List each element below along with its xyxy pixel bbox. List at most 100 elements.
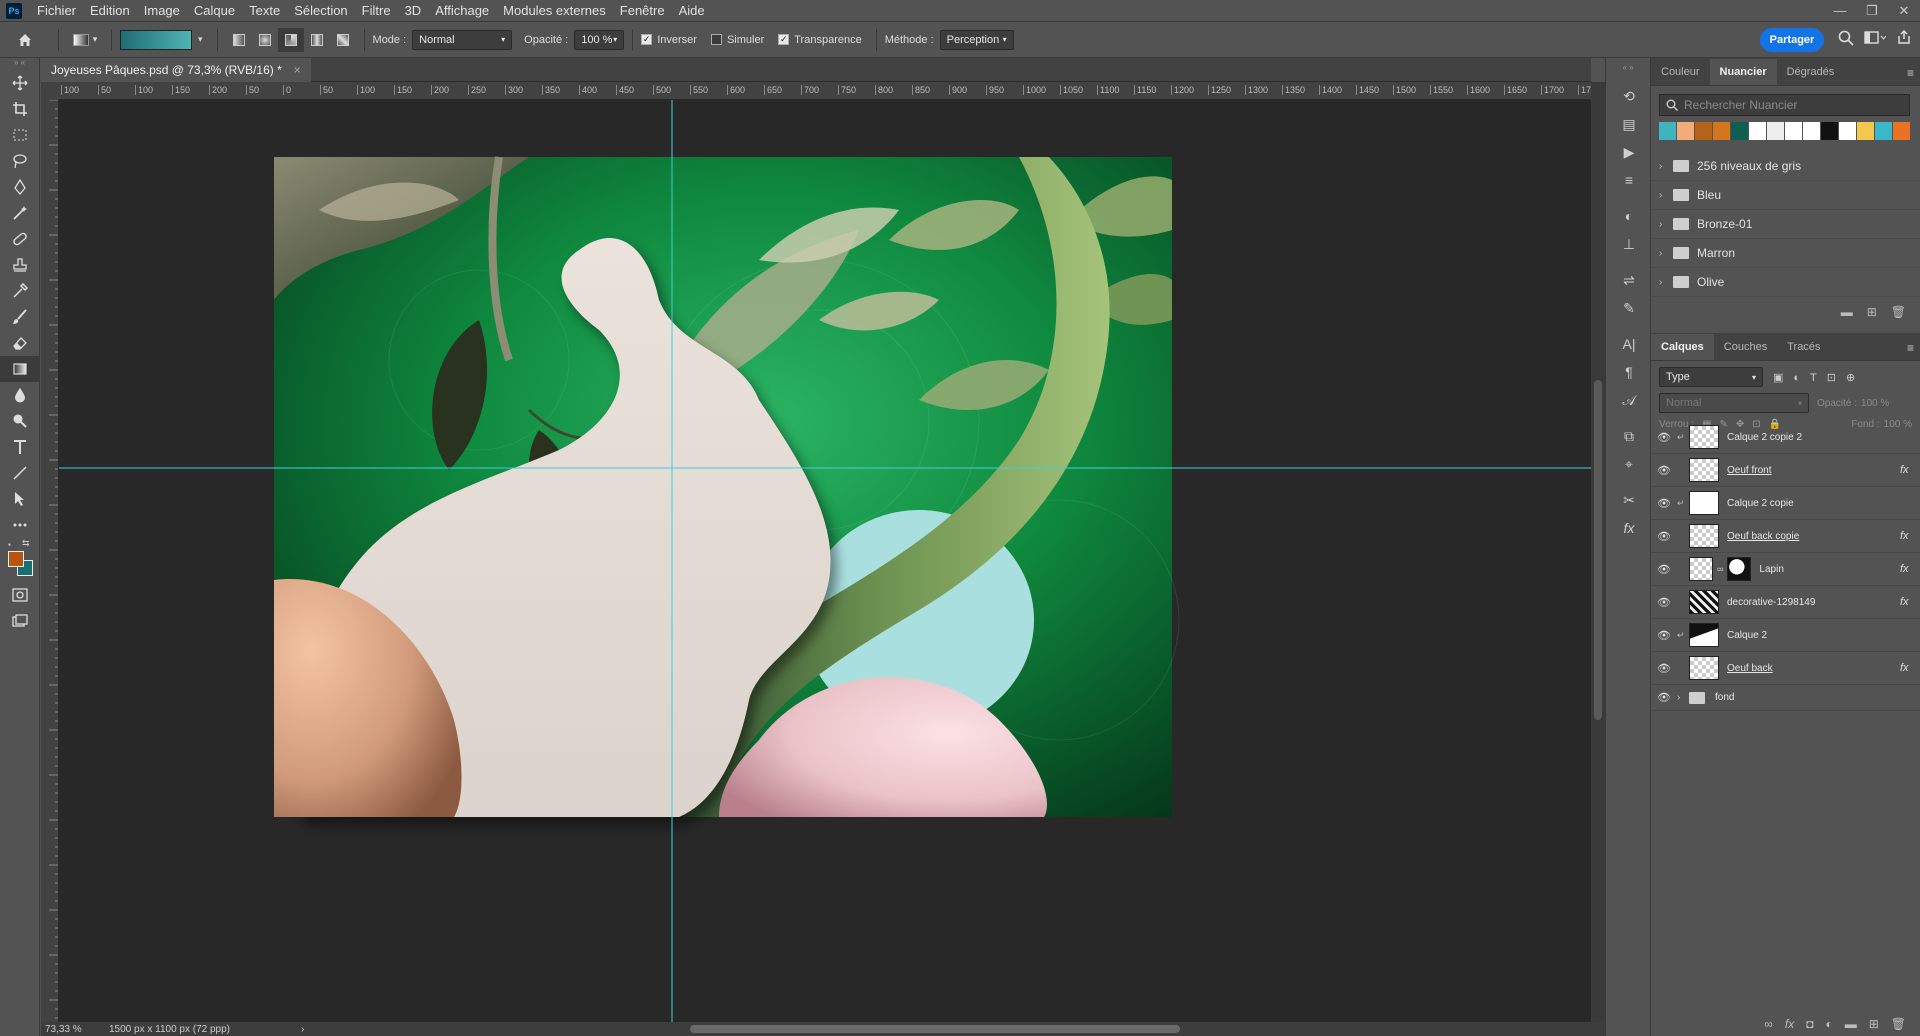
layer-row[interactable]: 👁 Oeuf back fx (1651, 652, 1920, 685)
link-icon[interactable]: ∞ (1717, 564, 1723, 574)
fx-badge[interactable]: fx (1900, 530, 1920, 542)
new-layer-icon[interactable]: ⊞ (1869, 1017, 1879, 1031)
vertical-scroll-thumb[interactable] (1594, 380, 1602, 720)
tab-calques[interactable]: Calques (1651, 334, 1714, 360)
move-tool-icon[interactable] (0, 70, 40, 96)
tab-degrades[interactable]: Dégradés (1777, 59, 1845, 85)
line-tool-icon[interactable] (0, 460, 40, 486)
marquee-tool-icon[interactable] (0, 122, 40, 148)
blend-mode-dropdown[interactable]: Normal ▾ (1659, 393, 1809, 413)
menu-texte[interactable]: Texte (242, 0, 287, 22)
layer-opacity-value[interactable]: 100 % (1861, 398, 1889, 409)
path-selection-tool-icon[interactable] (0, 486, 40, 512)
color-swatch[interactable] (1749, 122, 1767, 140)
invert-checkbox[interactable]: ✓ (641, 34, 653, 45)
lasso-tool-icon[interactable] (0, 148, 40, 174)
add-style-icon[interactable]: fx (1785, 1017, 1794, 1031)
menu-calque[interactable]: Calque (187, 0, 242, 22)
panel-menu-icon[interactable]: ≡ (1907, 66, 1914, 80)
color-swatch[interactable] (1875, 122, 1893, 140)
color-swatch[interactable] (1695, 122, 1713, 140)
reflected-gradient-icon[interactable] (304, 28, 330, 52)
layer-row[interactable]: 👁 Oeuf back copie fx (1651, 520, 1920, 553)
export-icon[interactable] (1896, 29, 1912, 48)
add-mask-icon[interactable]: ◘ (1806, 1017, 1813, 1031)
tab-couches[interactable]: Couches (1714, 334, 1777, 360)
layer-filter-icons[interactable]: ▣◐T⊡⊕ (1773, 371, 1865, 384)
gradient-tool-icon[interactable] (0, 356, 40, 382)
eye-icon[interactable]: 👁 (1651, 691, 1677, 704)
eye-icon[interactable]: 👁 (1651, 629, 1677, 642)
screen-mode-icon[interactable] (0, 608, 40, 634)
new-swatch-icon[interactable]: ⊞ (1867, 305, 1877, 319)
angle-gradient-icon[interactable] (277, 27, 304, 52)
blur-tool-icon[interactable] (0, 382, 40, 408)
color-swatch[interactable] (1659, 122, 1677, 140)
horizontal-ruler[interactable]: 100 50 100 150 200 50 0 50 100 150 200 250 300 350 400… (59, 82, 1591, 100)
swatch-group[interactable]: › Marron (1651, 239, 1920, 268)
document-tab[interactable]: Joyeuses Pâques.psd @ 73,3% (RVB/16) * × (41, 58, 311, 82)
color-swatch[interactable] (1713, 122, 1731, 140)
tool-preset-button[interactable]: ▾ (67, 28, 103, 52)
glyphs-icon[interactable]: 𝒜 (1606, 386, 1652, 414)
paths-icon[interactable]: ⌖ (1606, 450, 1652, 478)
adjustments-icon[interactable]: ◐ (1606, 202, 1652, 230)
eye-icon[interactable]: 👁 (1651, 596, 1677, 609)
layer-row[interactable]: 👁 ↵ Calque 2 copie (1651, 487, 1920, 520)
diamond-gradient-icon[interactable] (330, 28, 356, 52)
layer-row[interactable]: 👁 ∞ Lapin fx (1651, 553, 1920, 586)
menu-aide[interactable]: Aide (672, 0, 712, 22)
vertical-ruler[interactable] (41, 100, 59, 1022)
layer-mask-thumbnail[interactable] (1727, 557, 1752, 581)
tab-nuancier[interactable]: Nuancier (1709, 59, 1777, 85)
canvas-area[interactable] (59, 100, 1591, 1022)
fx-badge[interactable]: fx (1900, 596, 1920, 608)
menu-modules-externes[interactable]: Modules externes (496, 0, 613, 22)
swatch-group[interactable]: › Bronze-01 (1651, 210, 1920, 239)
mode-dropdown[interactable]: Normal ▾ (412, 29, 513, 50)
share-button[interactable]: Partager (1760, 28, 1824, 52)
menu-3d[interactable]: 3D (398, 0, 429, 22)
new-group-icon[interactable]: ▬ (1841, 305, 1853, 319)
menu-fenetre[interactable]: Fenêtre (613, 0, 672, 22)
tab-traces[interactable]: Tracés (1777, 334, 1830, 360)
fx-badge[interactable]: fx (1900, 464, 1920, 476)
brush-settings-icon[interactable]: ⇌ (1606, 266, 1652, 294)
workspace-icon[interactable] (1864, 31, 1887, 48)
fx-badge[interactable]: fx (1900, 662, 1920, 674)
trash-icon[interactable]: 🗑 (1891, 1017, 1906, 1031)
swatch-group[interactable]: › Bleu (1651, 181, 1920, 210)
menu-edition[interactable]: Edition (83, 0, 137, 22)
document-artwork[interactable] (59, 100, 1591, 1022)
search-icon[interactable] (1838, 30, 1854, 49)
color-swatch[interactable] (1677, 122, 1695, 140)
close-tab-icon[interactable]: × (294, 63, 301, 77)
color-swatch[interactable] (1857, 122, 1875, 140)
eraser-tool-icon[interactable] (0, 330, 40, 356)
character-icon[interactable]: A| (1606, 330, 1652, 358)
foreground-color-swatch[interactable] (8, 551, 24, 567)
fx-badge[interactable]: fx (1900, 563, 1920, 575)
gradient-picker[interactable] (120, 29, 192, 50)
zoom-level[interactable]: 73,33 % (41, 1024, 101, 1035)
trash-icon[interactable]: 🗑 (1891, 305, 1906, 319)
home-icon[interactable] (0, 28, 50, 52)
eye-icon[interactable]: 👁 (1651, 662, 1677, 675)
menu-filtre[interactable]: Filtre (355, 0, 398, 22)
menu-fichier[interactable]: Fichier (30, 0, 83, 22)
fx-icon[interactable]: fx (1606, 514, 1652, 542)
swap-colors-icon[interactable]: ⇆ (22, 538, 30, 549)
properties-icon[interactable]: ≡ (1606, 166, 1652, 194)
eye-icon[interactable]: 👁 (1651, 497, 1677, 510)
tab-couleur[interactable]: Couleur (1651, 59, 1710, 85)
eye-icon[interactable]: 👁 (1651, 431, 1677, 444)
history-icon[interactable]: ⟲ (1606, 82, 1652, 110)
layer-row[interactable]: 👁 ↵ Calque 2 (1651, 619, 1920, 652)
linear-gradient-icon[interactable] (226, 28, 252, 52)
swatch-search-input[interactable]: Rechercher Nuancier (1659, 94, 1910, 116)
layer-group-row[interactable]: 👁 › fond (1651, 685, 1920, 711)
magic-wand-tool-icon[interactable] (0, 200, 40, 226)
link-layers-icon[interactable]: ∞ (1764, 1017, 1773, 1031)
chevron-right-icon[interactable]: › (1677, 692, 1689, 703)
stamp-tool-icon[interactable] (0, 252, 40, 278)
